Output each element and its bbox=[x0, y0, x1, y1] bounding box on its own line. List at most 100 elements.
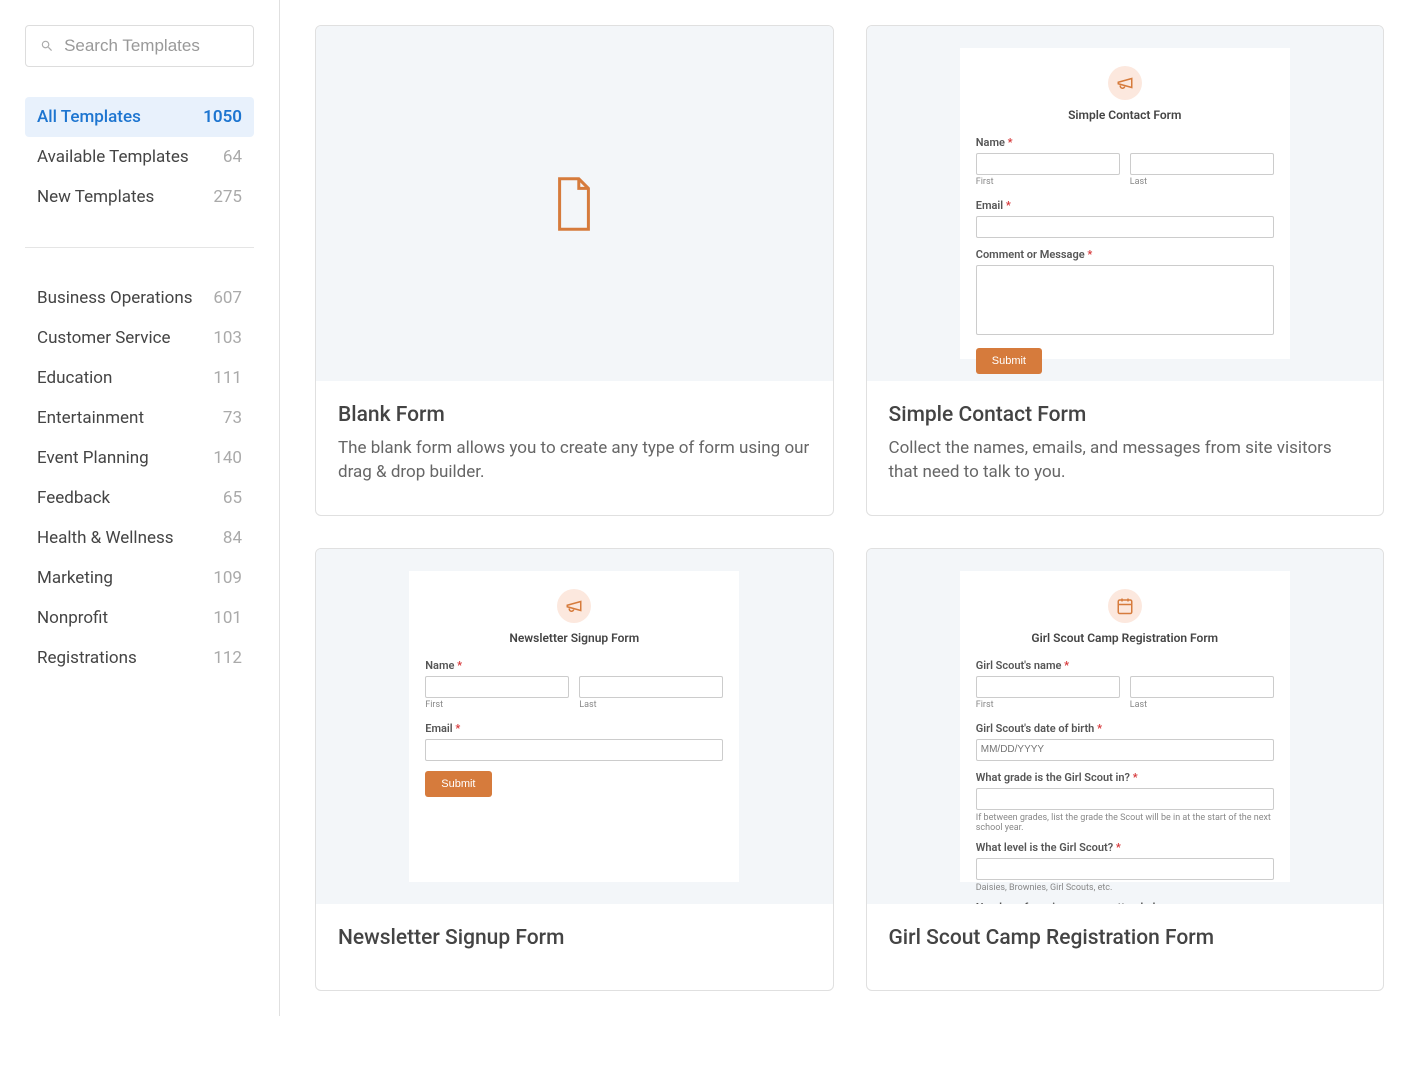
sidebar: All Templates 1050 Available Templates64Ne… bbox=[0, 0, 280, 1016]
card-preview: Simple Contact Form Name * First Last Em… bbox=[867, 26, 1384, 381]
form-preview: Girl Scout Camp Registration Form Girl S… bbox=[960, 571, 1290, 882]
category-item[interactable]: Customer Service 103 bbox=[25, 318, 254, 358]
email-input[interactable] bbox=[425, 739, 723, 761]
grade-input[interactable] bbox=[976, 788, 1274, 810]
template-grid: Blank Form The blank form allows you to … bbox=[280, 0, 1419, 1016]
category-label: Education bbox=[37, 368, 112, 388]
submit-button[interactable]: Submit bbox=[976, 348, 1042, 374]
card-body: Blank Form The blank form allows you to … bbox=[316, 381, 833, 515]
megaphone-icon bbox=[1108, 66, 1142, 100]
field-sublabel: First bbox=[976, 700, 1120, 710]
category-item[interactable]: Health & Wellness 84 bbox=[25, 518, 254, 558]
submit-button[interactable]: Submit bbox=[425, 771, 491, 797]
field-label: Girl Scout's date of birth * bbox=[976, 722, 1274, 735]
card-preview bbox=[316, 26, 833, 381]
filter-count: 1050 bbox=[203, 107, 242, 127]
category-count: 65 bbox=[223, 488, 242, 508]
form-preview: Newsletter Signup Form Name * First Last… bbox=[409, 571, 739, 882]
category-label: Business Operations bbox=[37, 288, 193, 308]
category-item[interactable]: Marketing 109 bbox=[25, 558, 254, 598]
field-sublabel: Last bbox=[1130, 700, 1274, 710]
template-card[interactable]: Simple Contact Form Name * First Last Em… bbox=[866, 25, 1385, 516]
category-count: 111 bbox=[213, 368, 242, 388]
category-label: Marketing bbox=[37, 568, 113, 588]
card-body: Newsletter Signup Form bbox=[316, 904, 833, 990]
form-preview: Simple Contact Form Name * First Last Em… bbox=[960, 48, 1290, 359]
category-count: 109 bbox=[213, 568, 242, 588]
category-count: 103 bbox=[213, 328, 242, 348]
filter-label: All Templates bbox=[37, 107, 141, 127]
form-heading: Newsletter Signup Form bbox=[425, 631, 723, 645]
field-label: Number of previous camps attended bbox=[976, 901, 1274, 904]
template-card[interactable]: Newsletter Signup Form Name * First Last… bbox=[315, 548, 834, 991]
first-name-input[interactable] bbox=[976, 676, 1120, 698]
form-heading: Simple Contact Form bbox=[976, 108, 1274, 122]
field-label: Name * bbox=[425, 659, 723, 672]
search-icon bbox=[40, 38, 54, 54]
category-count: 101 bbox=[213, 608, 242, 628]
search-box[interactable] bbox=[25, 25, 254, 67]
last-name-input[interactable] bbox=[1130, 676, 1274, 698]
form-heading: Girl Scout Camp Registration Form bbox=[976, 631, 1274, 645]
sidebar-divider bbox=[25, 247, 254, 248]
card-preview: Girl Scout Camp Registration Form Girl S… bbox=[867, 549, 1384, 904]
category-item[interactable]: Education 111 bbox=[25, 358, 254, 398]
field-label: Girl Scout's name * bbox=[976, 659, 1274, 672]
email-input[interactable] bbox=[976, 216, 1274, 238]
category-label: Event Planning bbox=[37, 448, 149, 468]
filter-count: 64 bbox=[223, 147, 242, 167]
category-count: 112 bbox=[213, 648, 242, 668]
category-count: 140 bbox=[213, 448, 242, 468]
megaphone-icon bbox=[557, 589, 591, 623]
category-item[interactable]: Registrations 112 bbox=[25, 638, 254, 678]
last-name-input[interactable] bbox=[579, 676, 723, 698]
field-hint: If between grades, list the grade the Sc… bbox=[976, 813, 1274, 833]
field-sublabel: First bbox=[425, 700, 569, 710]
filter-item[interactable]: All Templates 1050 bbox=[25, 97, 254, 137]
field-label: Comment or Message * bbox=[976, 248, 1274, 261]
search-input[interactable] bbox=[64, 36, 239, 56]
filter-list: All Templates 1050 Available Templates64Ne… bbox=[25, 97, 254, 217]
card-body: Simple Contact Form Collect the names, e… bbox=[867, 381, 1384, 515]
category-item[interactable]: Nonprofit 101 bbox=[25, 598, 254, 638]
template-card[interactable]: Blank Form The blank form allows you to … bbox=[315, 25, 834, 516]
category-count: 73 bbox=[223, 408, 242, 428]
level-input[interactable] bbox=[976, 858, 1274, 880]
category-label: Customer Service bbox=[37, 328, 171, 348]
first-name-input[interactable] bbox=[425, 676, 569, 698]
card-title: Girl Scout Camp Registration Form bbox=[889, 926, 1362, 950]
comment-input[interactable] bbox=[976, 265, 1274, 335]
template-card[interactable]: Girl Scout Camp Registration Form Girl S… bbox=[866, 548, 1385, 991]
category-label: Entertainment bbox=[37, 408, 144, 428]
field-sublabel: Last bbox=[579, 700, 723, 710]
card-body: Girl Scout Camp Registration Form bbox=[867, 904, 1384, 990]
category-count: 84 bbox=[223, 528, 242, 548]
field-label: Email * bbox=[976, 199, 1274, 212]
category-label: Health & Wellness bbox=[37, 528, 174, 548]
last-name-input[interactable] bbox=[1130, 153, 1274, 175]
card-description: Collect the names, emails, and messages … bbox=[889, 437, 1362, 485]
blank-preview bbox=[549, 48, 599, 359]
calendar-icon bbox=[1108, 589, 1142, 623]
card-title: Simple Contact Form bbox=[889, 403, 1362, 427]
filter-item[interactable]: Available Templates64 bbox=[25, 137, 254, 177]
category-label: Nonprofit bbox=[37, 608, 108, 628]
category-item[interactable]: Feedback 65 bbox=[25, 478, 254, 518]
field-hint: Daisies, Brownies, Girl Scouts, etc. bbox=[976, 883, 1274, 893]
category-item[interactable]: Entertainment 73 bbox=[25, 398, 254, 438]
category-label: Registrations bbox=[37, 648, 137, 668]
field-label: Email * bbox=[425, 722, 723, 735]
category-item[interactable]: Event Planning 140 bbox=[25, 438, 254, 478]
card-preview: Newsletter Signup Form Name * First Last… bbox=[316, 549, 833, 904]
file-icon bbox=[549, 174, 599, 234]
filter-count: 275 bbox=[213, 187, 242, 207]
filter-item[interactable]: New Templates275 bbox=[25, 177, 254, 217]
category-item[interactable]: Business Operations607 bbox=[25, 278, 254, 318]
first-name-input[interactable] bbox=[976, 153, 1120, 175]
field-label: Name * bbox=[976, 136, 1274, 149]
dob-input[interactable] bbox=[976, 739, 1274, 761]
field-label: What grade is the Girl Scout in? * bbox=[976, 771, 1274, 784]
field-label: What level is the Girl Scout? * bbox=[976, 841, 1274, 854]
card-description: The blank form allows you to create any … bbox=[338, 437, 811, 485]
category-label: Feedback bbox=[37, 488, 110, 508]
